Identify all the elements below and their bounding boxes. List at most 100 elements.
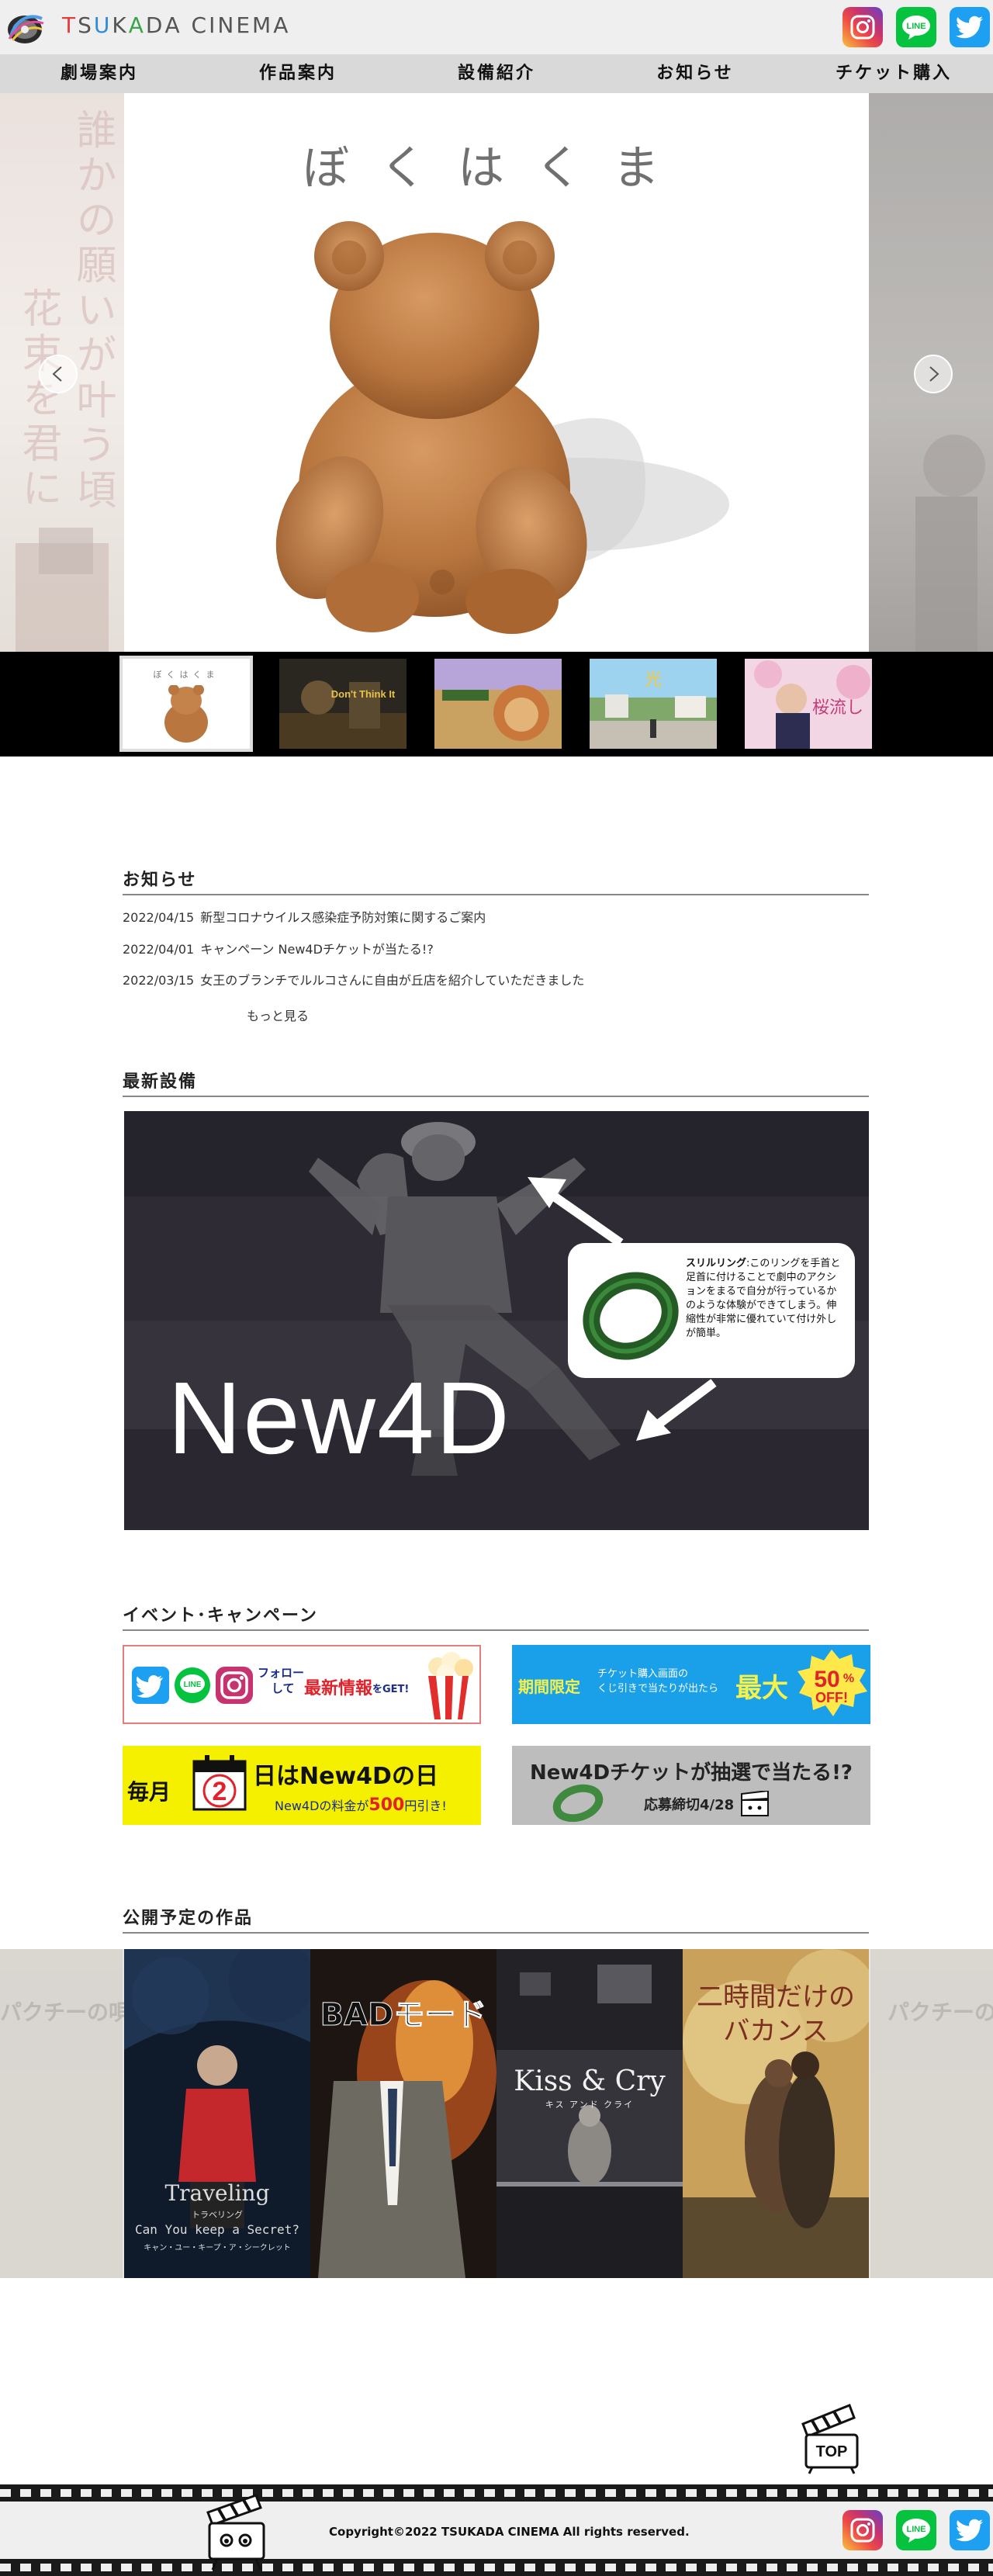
- brand-letter: I: [209, 12, 218, 38]
- brand-letter: U: [93, 12, 112, 38]
- hero-slide-title: ぼくはくま: [303, 141, 690, 196]
- lottery-description: チケット購入画面の くじ引きで当たりが出たら: [597, 1668, 719, 1695]
- banner-follow-sns[interactable]: LINE フォロー して 最新情報 をGET!: [123, 1645, 481, 1724]
- brand-letter: T: [62, 12, 78, 38]
- brand-letter: M: [252, 12, 274, 38]
- brand-letter: K: [112, 12, 129, 38]
- nav-news[interactable]: お知らせ: [596, 54, 794, 93]
- carousel-thumbnails: ぼくはくま Don't Think It 光 桜流し: [0, 652, 993, 757]
- limited-time-text: 期間限定: [518, 1678, 580, 1696]
- poster-bad-mode[interactable]: BADモード: [310, 1949, 496, 2278]
- thrill-ring-callout: スリルリング:このリングを手首と足首に付けることで劇中のアクションをまるで自分が…: [568, 1243, 855, 1378]
- thumbnail-sakuranagashi-image: 桜流し: [745, 659, 872, 749]
- main-nav: 劇場案内 作品案内 設備紹介 お知らせ チケット購入: [0, 54, 993, 93]
- carousel-next-button[interactable]: [914, 355, 953, 393]
- chevron-left-icon: [52, 366, 62, 382]
- thumbnail-hikari[interactable]: 光: [590, 659, 717, 749]
- follow-text: フォロー して: [258, 1666, 305, 1695]
- banner-limited-discount[interactable]: 期間限定 チケット購入画面の くじ引きで当たりが出たら 最大 50 % OFF!: [512, 1645, 870, 1724]
- line-icon: LINE: [175, 1667, 210, 1703]
- footer-instagram-link[interactable]: [842, 2510, 883, 2550]
- new4d-discount-text: New4Dの料金が500円引き!: [275, 1795, 447, 1815]
- line-link[interactable]: LINE: [896, 7, 936, 47]
- news-date: 2022/03/15: [123, 973, 195, 988]
- poster-traveling[interactable]: Traveling トラベリング Can You keep a Secret? …: [124, 1949, 310, 2278]
- banner-new4d-day[interactable]: 毎月 2 日はNew4Dの日 New4Dの料金が500円引き!: [123, 1746, 481, 1825]
- brand-letter: A: [164, 12, 182, 38]
- svg-text:LINE: LINE: [184, 1681, 202, 1689]
- nav-works-guide[interactable]: 作品案内: [199, 54, 397, 93]
- new4d-title: New4D: [168, 1361, 511, 1475]
- instagram-link[interactable]: [842, 7, 883, 47]
- poster-title-kana: キス アンド クライ: [545, 2100, 635, 2110]
- poster-two-hour-vacation[interactable]: 二時間だけのバカンス: [683, 1949, 869, 2278]
- svg-text:LINE: LINE: [906, 22, 926, 31]
- thumbnail-dont-think-it-image: Don't Think It: [279, 659, 407, 749]
- hero-carousel: 誰かの願いが叶う頃 花束を君に ぼくはくま: [0, 93, 993, 652]
- poster-title: Kiss & Cry: [514, 2065, 666, 2097]
- svg-text:TOP: TOP: [816, 2443, 848, 2460]
- calendar-icon: 2: [192, 1755, 247, 1811]
- teddy-bear-image: [275, 221, 729, 634]
- poster-kiss-and-cry[interactable]: Kiss & Cry キス アンド クライ: [496, 1949, 683, 2278]
- latest-info-text: 最新情報: [304, 1679, 373, 1698]
- instagram-icon: [216, 1667, 253, 1704]
- line-icon: LINE: [902, 16, 930, 40]
- upcoming-prev-peek: パクチーの唄: [0, 1949, 130, 2278]
- nav-facilities[interactable]: 設備紹介: [397, 54, 596, 93]
- news-text: キャンペーン New4Dチケットが当たる!?: [200, 942, 434, 957]
- news-more-link[interactable]: もっと見る: [247, 1006, 309, 1024]
- svg-text:2: 2: [213, 1777, 227, 1806]
- site-header: TSUKADA CINEMA LINE: [0, 0, 993, 54]
- news-text: 女王のブランチでルルコさんに自由が丘店を紹介していただきました: [200, 973, 585, 988]
- clapperboard-mascot-icon: [206, 2494, 265, 2571]
- thrill-ring-title: スリルリング: [686, 1258, 747, 1269]
- news-item[interactable]: 2022/04/15 新型コロナウイルス感染症予防対策に関するご案内: [123, 907, 486, 926]
- thumbnail-sakuranagashi[interactable]: 桜流し: [745, 659, 872, 749]
- brand-letter: D: [145, 12, 165, 38]
- chevron-right-icon: [929, 366, 939, 382]
- thrill-ring-text: :このリングを手首と足首に付けることで劇中のアクションをまるで自分が行っているか…: [686, 1258, 841, 1339]
- news-text: 新型コロナウイルス感染症予防対策に関するご案内: [200, 910, 486, 925]
- poster-title-kana: トラベリング: [192, 2210, 243, 2220]
- news-item[interactable]: 2022/04/01 キャンペーン New4Dチケットが当たる!?: [123, 939, 434, 957]
- banner-new4d-lottery[interactable]: New4Dチケットが抽選で当たる!? 応募締切4/28: [512, 1746, 870, 1825]
- thumbnail-bokuwakuma[interactable]: ぼくはくま: [119, 656, 253, 752]
- clapperboard-icon: [741, 1791, 769, 1816]
- footer-line-link[interactable]: LINE: [896, 2510, 936, 2550]
- news-date: 2022/04/01: [123, 942, 195, 957]
- nav-theater-guide[interactable]: 劇場案内: [0, 54, 199, 93]
- brand-letter: N: [217, 12, 237, 38]
- lottery-title: New4Dチケットが抽選で当たる!?: [529, 1761, 853, 1785]
- thumbnail-hikari-image: 光: [590, 659, 717, 749]
- svg-text:Don't Think It: Don't Think It: [331, 688, 396, 700]
- footer-twitter-link[interactable]: [950, 2510, 990, 2550]
- new4d-day-text: 日はNew4Dの日: [253, 1763, 438, 1790]
- get-text: をGET!: [372, 1684, 410, 1695]
- new4d-feature[interactable]: New4D スリルリング:このリングを手首と足首に付けることで劇中のアクションを…: [124, 1111, 869, 1530]
- back-to-top-button[interactable]: TOP: [795, 2401, 870, 2475]
- events-heading: イベント･キャンペーン: [123, 1601, 869, 1631]
- svg-text:50: 50: [814, 1667, 839, 1692]
- poster-title: Traveling: [164, 2180, 270, 2206]
- clapperboard-top-icon: TOP: [801, 2404, 859, 2474]
- thumbnail-bear: [164, 685, 208, 743]
- twitter-icon: [956, 16, 983, 39]
- nav-ticket-purchase[interactable]: チケット購入: [794, 54, 993, 93]
- carousel-prev-button[interactable]: [39, 355, 78, 393]
- news-item[interactable]: 2022/03/15 女王のブランチでルルコさんに自由が丘店を紹介していただきまし…: [123, 970, 584, 989]
- news-heading: お知らせ: [123, 866, 869, 895]
- discount-badge: 50 % OFF!: [798, 1650, 867, 1716]
- svg-text:OFF!: OFF!: [815, 1690, 848, 1705]
- thumbnail-dont-think-it[interactable]: Don't Think It: [279, 659, 407, 749]
- logo-icon[interactable]: [5, 9, 45, 47]
- brand-name[interactable]: TSUKADA CINEMA: [62, 12, 290, 38]
- thumbnail-lion[interactable]: [434, 659, 562, 749]
- news-date: 2022/04/15: [123, 910, 195, 925]
- poster-title: 二時間だけのバカンス: [697, 1982, 855, 2047]
- brand-letter: A: [273, 12, 291, 38]
- film-strip-bottom: [0, 2559, 993, 2576]
- site-footer: Copyright©2022 TSUKADA CINEMA All rights…: [0, 2484, 993, 2576]
- hero-slide-active[interactable]: ぼくはくま: [124, 93, 869, 652]
- twitter-link[interactable]: [950, 7, 990, 47]
